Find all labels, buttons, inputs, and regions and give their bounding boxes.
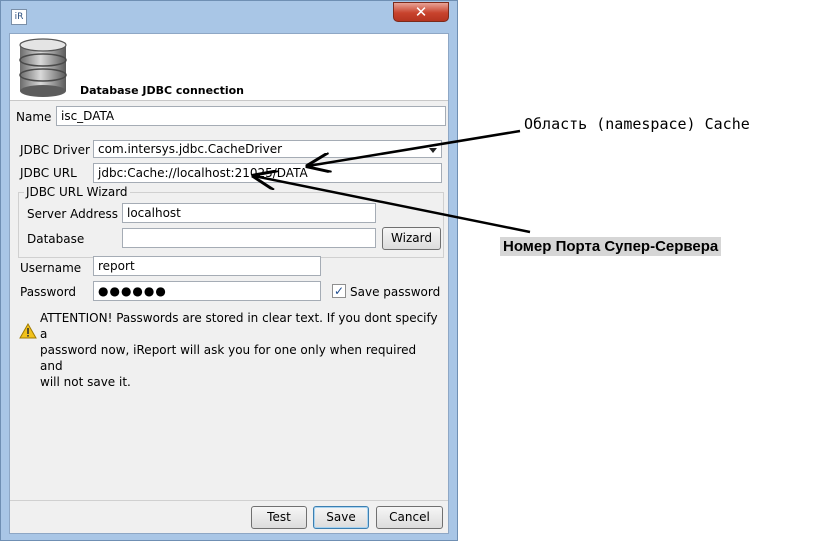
app-icon: iR [11, 9, 27, 25]
test-button[interactable]: Test [251, 506, 307, 529]
checkmark-icon: ✓ [333, 284, 345, 298]
footer-divider [10, 500, 448, 501]
jdbc-driver-select[interactable]: com.intersys.jdbc.CacheDriver [93, 140, 442, 158]
header-title: Database JDBC connection [80, 84, 245, 97]
save-password-checkbox[interactable]: ✓ [332, 284, 346, 298]
server-address-label: Server Address [27, 207, 118, 221]
database-label: Database [27, 232, 85, 246]
wizard-button[interactable]: Wizard [382, 227, 441, 250]
jdbc-driver-label: JDBC Driver [20, 143, 90, 157]
jdbc-url-label: JDBC URL [20, 166, 77, 180]
database-icon [19, 38, 67, 97]
header-banner: Database JDBC connection [10, 34, 448, 101]
attention-message: ATTENTION! Passwords are stored in clear… [40, 311, 438, 389]
jdbc-connection-dialog: iR ✕ Database JDBC connection Name isc_D… [0, 0, 458, 541]
cancel-button[interactable]: Cancel [376, 506, 443, 529]
close-button[interactable]: ✕ [393, 2, 449, 22]
title-bar[interactable]: iR ✕ [1, 1, 457, 33]
username-field[interactable]: report [93, 256, 321, 276]
close-icon: ✕ [414, 3, 428, 21]
name-label: Name [16, 110, 52, 124]
dialog-content: Database JDBC connection Name isc_DATA J… [9, 33, 449, 534]
password-field[interactable]: ●●●●●● [93, 281, 321, 301]
port-annotation: Номер Порта Супер-Сервера [500, 237, 722, 256]
wizard-group-title: JDBC URL Wizard [24, 185, 130, 199]
jdbc-driver-value: com.intersys.jdbc.CacheDriver [98, 142, 283, 156]
jdbc-url-field[interactable]: jdbc:Cache://localhost:21025/DATA [93, 163, 442, 183]
password-label: Password [20, 285, 77, 299]
warning-icon [19, 323, 37, 339]
namespace-annotation: Область (namespace) Cache [524, 115, 750, 133]
name-field[interactable]: isc_DATA [56, 106, 446, 126]
jdbc-url-wizard-group [18, 192, 444, 258]
save-button[interactable]: Save [313, 506, 369, 529]
chevron-down-icon[interactable] [429, 148, 437, 153]
save-password-label[interactable]: Save password [350, 285, 440, 299]
database-field[interactable] [122, 228, 376, 248]
username-label: Username [20, 261, 82, 275]
server-address-field[interactable]: localhost [122, 203, 376, 223]
